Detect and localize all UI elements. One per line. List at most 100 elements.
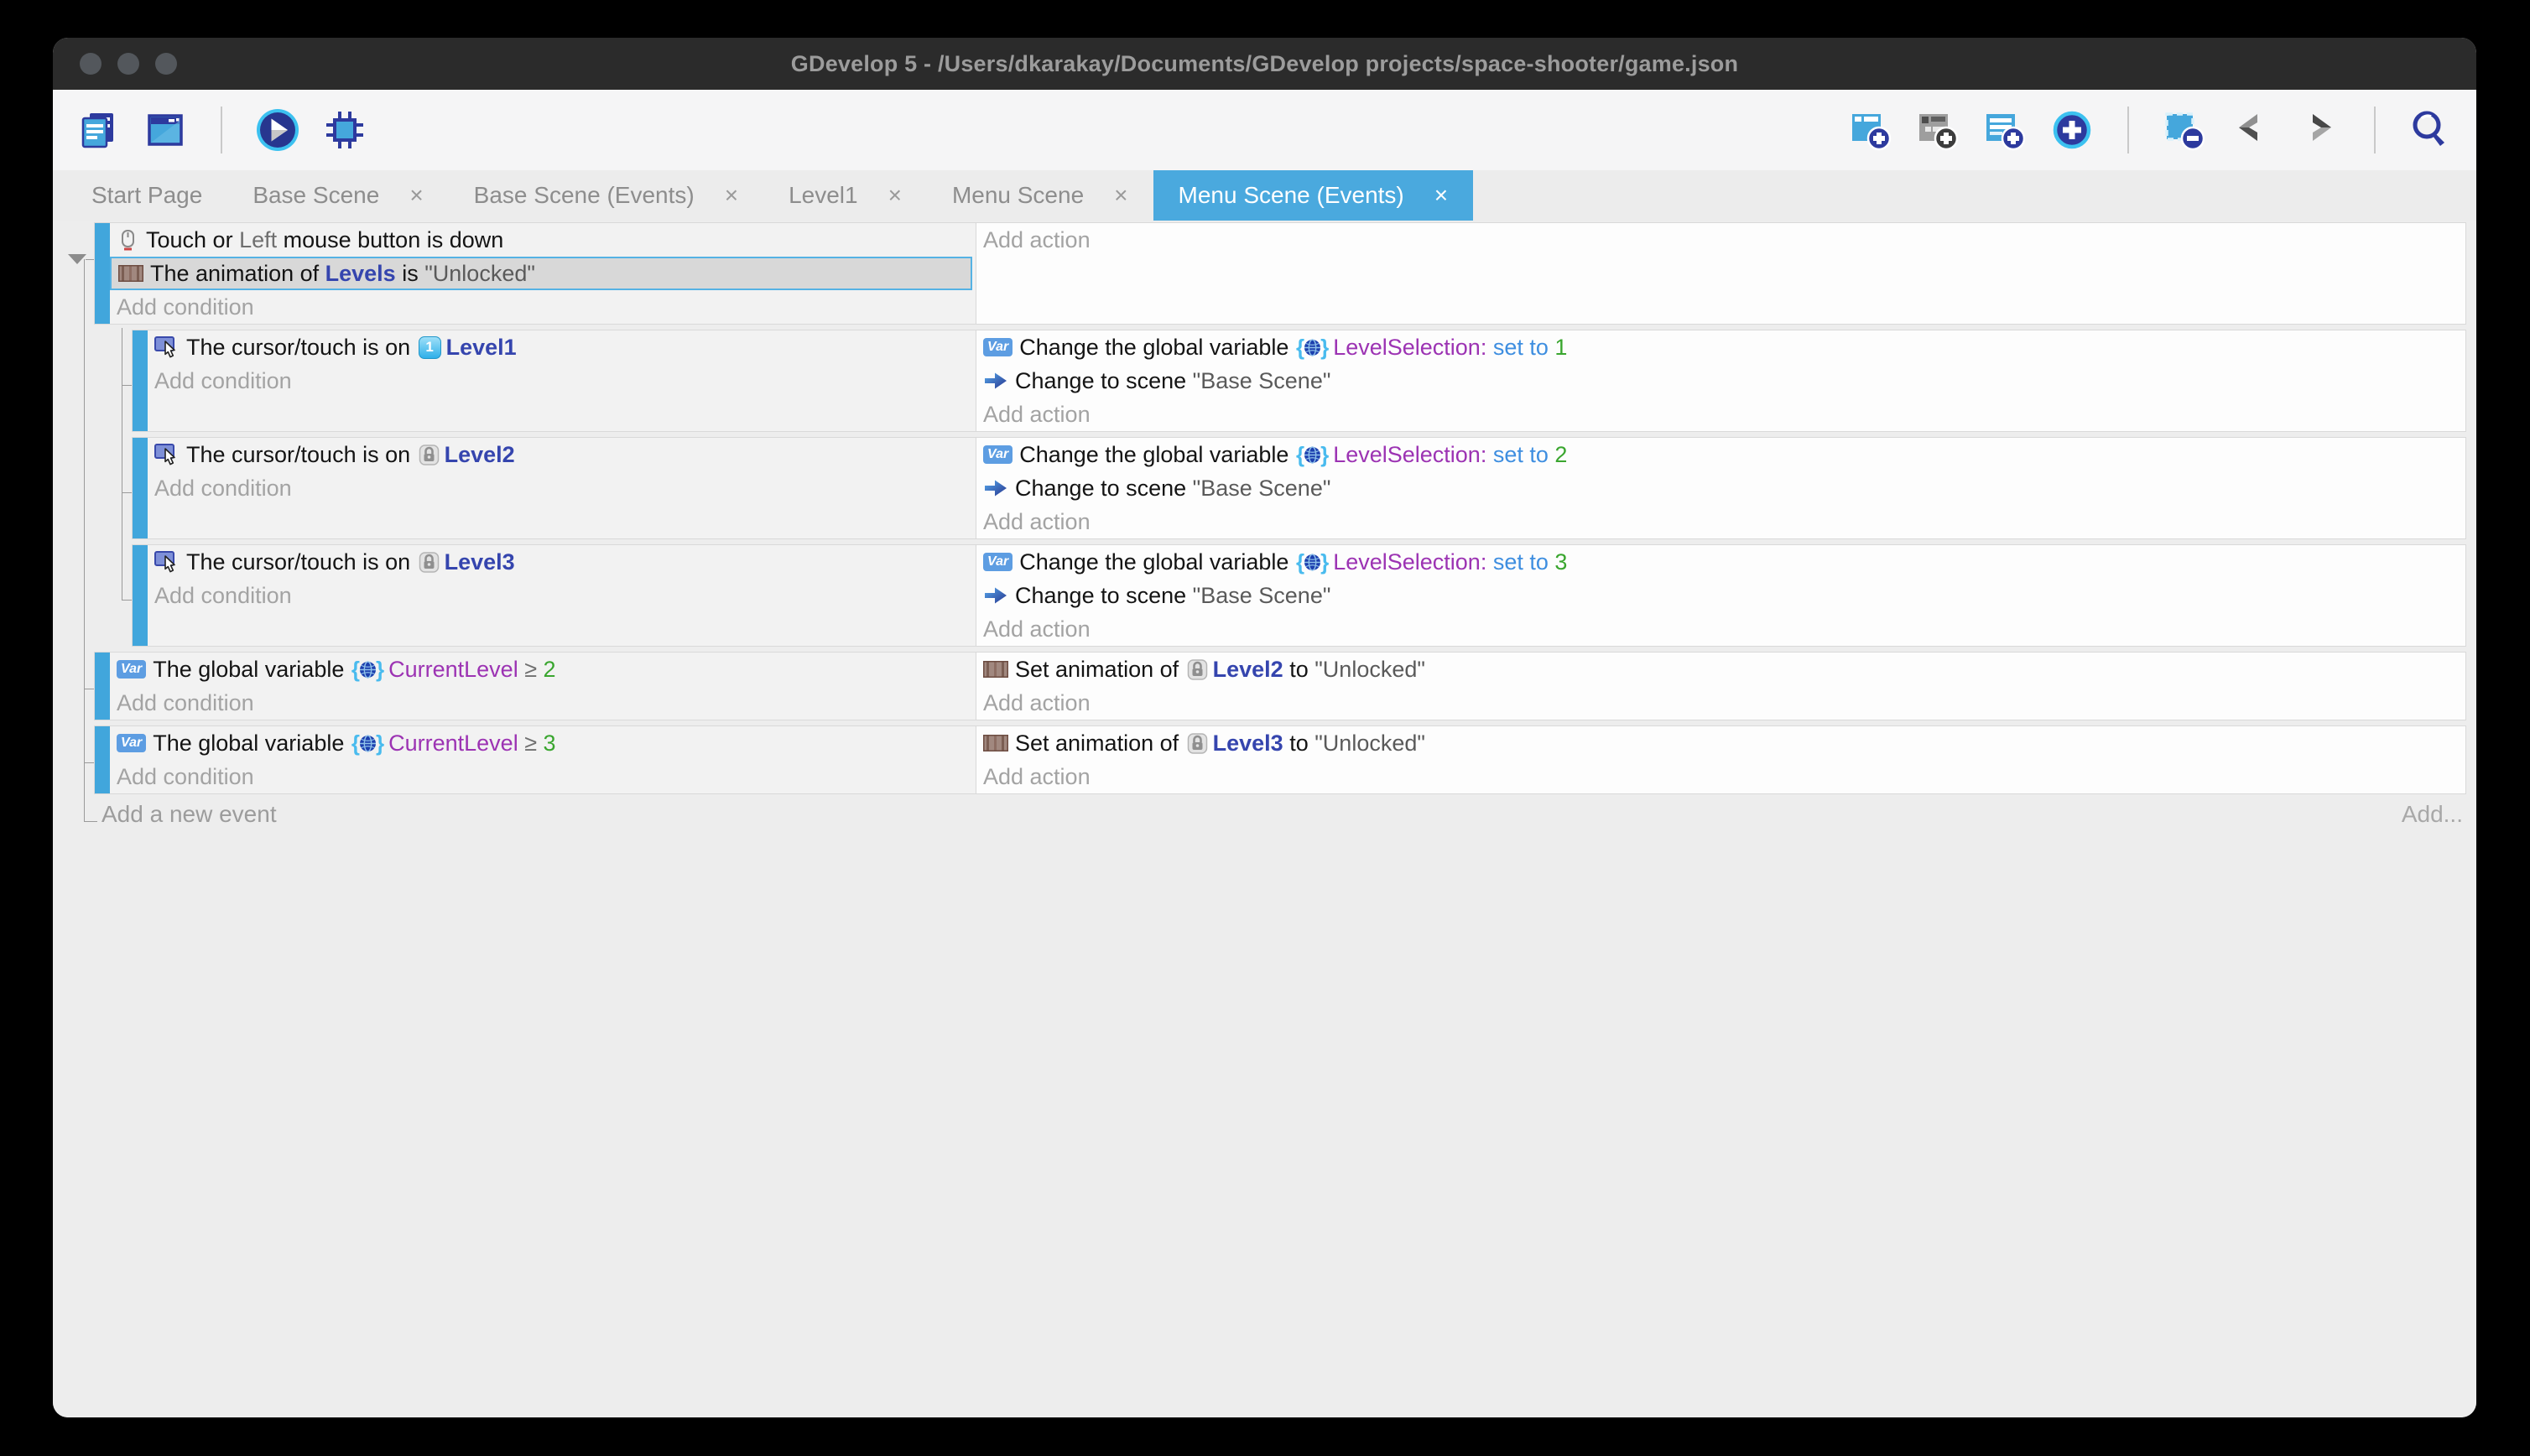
tab-base-scene-events[interactable]: Base Scene (Events)× (449, 170, 763, 221)
var-icon: Var (983, 445, 1013, 464)
add-event-icon[interactable] (1847, 107, 1894, 153)
tree-line (122, 492, 132, 493)
event-color-bar[interactable] (95, 653, 110, 720)
add-condition-link[interactable]: Add condition (148, 471, 976, 505)
globe-icon: {} (352, 732, 383, 754)
add-action-link[interactable]: Add action (976, 612, 2465, 646)
add-sub-event-icon[interactable] (1914, 107, 1961, 153)
scene-icon (983, 585, 1008, 606)
condition-text-segment: 3 (544, 731, 556, 757)
tab-start-page[interactable]: Start Page (66, 170, 227, 221)
tab-menu-scene-events[interactable]: Menu Scene (Events) × (1153, 170, 1474, 221)
add-event-dialog-icon[interactable] (2048, 107, 2095, 153)
event-condition-row[interactable]: VarThe global variable {}CurrentLevel ≥ … (110, 726, 976, 760)
condition-text-segment: CurrentLevel (388, 657, 518, 683)
event-condition-row[interactable]: The cursor/touch is on Level2 (148, 438, 976, 471)
action-text-segment: LevelSelection (1333, 549, 1481, 575)
event-action-row[interactable]: VarChange the global variable {}LevelSel… (976, 545, 2465, 579)
search-icon[interactable] (2408, 107, 2455, 153)
tab-bar: Start PageBase Scene×Base Scene (Events)… (53, 170, 2476, 221)
action-text-segment: set to (1493, 335, 1555, 361)
sub-event-block: The cursor/touch is on 1Level1Add condit… (132, 330, 2466, 432)
project-manager-icon[interactable] (75, 107, 122, 153)
level1-icon: 1 (419, 336, 441, 359)
event-condition-row[interactable]: Touch or Left mouse button is down (110, 223, 976, 257)
play-preview-icon[interactable] (254, 107, 301, 153)
sub-event-block: The cursor/touch is on Level2Add conditi… (132, 437, 2466, 539)
action-text-segment: Change the global variable (1019, 549, 1295, 575)
conditions-column: Touch or Left mouse button is downThe an… (110, 223, 976, 324)
events-sheet: Touch or Left mouse button is downThe an… (53, 221, 2476, 1417)
add-condition-link[interactable]: Add condition (148, 579, 976, 612)
action-text-segment: Set animation of (1015, 657, 1185, 683)
tab-close-icon[interactable]: × (1434, 182, 1448, 209)
conditions-column: VarThe global variable {}CurrentLevel ≥ … (110, 653, 976, 720)
add-condition-link[interactable]: Add condition (148, 364, 976, 398)
event-action-row[interactable]: Set animation of Level3 to "Unlocked" (976, 726, 2465, 760)
event-color-bar[interactable] (133, 545, 148, 646)
add-condition-link[interactable]: Add condition (110, 760, 976, 793)
close-window-icon[interactable] (80, 53, 102, 75)
add-action-link[interactable]: Add action (976, 398, 2465, 431)
add-new-event-link[interactable]: Add a new event (102, 801, 277, 828)
event-action-row[interactable]: Change to scene "Base Scene" (976, 364, 2465, 398)
condition-text-segment: is (396, 261, 425, 287)
event-block: VarThe global variable {}CurrentLevel ≥ … (94, 725, 2466, 794)
zoom-window-icon[interactable] (155, 53, 177, 75)
event-color-bar[interactable] (133, 438, 148, 538)
add-condition-link[interactable]: Add condition (110, 686, 976, 720)
event-condition-row[interactable]: The cursor/touch is on 1Level1 (148, 330, 976, 364)
tab-close-icon[interactable]: × (888, 182, 902, 209)
tab-menu-scene[interactable]: Menu Scene × (927, 170, 1153, 221)
condition-text-segment: The cursor/touch is on (186, 549, 417, 575)
add-action-link[interactable]: Add action (976, 760, 2465, 793)
add-action-link[interactable]: Add action (976, 505, 2465, 538)
condition-text-segment: mouse button is down (277, 227, 503, 253)
action-text-segment: : (1481, 549, 1493, 575)
redo-icon[interactable] (2295, 107, 2342, 153)
tab-close-icon[interactable]: × (725, 182, 738, 209)
add-comment-icon[interactable] (1981, 107, 2028, 153)
event-color-bar[interactable] (133, 330, 148, 431)
tab-label: Menu Scene (Events) (1179, 182, 1404, 209)
var-icon: Var (117, 734, 146, 752)
add-more-link[interactable]: Add... (2402, 801, 2463, 828)
event-condition-row[interactable]: The animation of Levels is "Unlocked" (110, 257, 972, 290)
event-color-bar[interactable] (95, 223, 110, 324)
undo-icon[interactable] (2228, 107, 2275, 153)
globe-icon: {} (1297, 444, 1328, 465)
gdevelop-window: GDevelop 5 - /Users/dkarakay/Documents/G… (53, 38, 2476, 1417)
cursor-icon (154, 335, 180, 359)
add-action-link[interactable]: Add action (976, 223, 2465, 257)
debug-icon[interactable] (321, 107, 368, 153)
tab-label: Menu Scene (952, 182, 1084, 209)
anim-icon (983, 735, 1008, 751)
title-bar[interactable]: GDevelop 5 - /Users/dkarakay/Documents/G… (53, 38, 2476, 90)
conditions-column: The cursor/touch is on Level3Add conditi… (148, 545, 976, 646)
condition-text-segment: Level1 (446, 335, 517, 361)
tab-close-icon[interactable]: × (1114, 182, 1127, 209)
add-action-link[interactable]: Add action (976, 686, 2465, 720)
action-text-segment: 1 (1554, 335, 1567, 361)
event-condition-row[interactable]: The cursor/touch is on Level3 (148, 545, 976, 579)
globe-icon: {} (1297, 551, 1328, 573)
event-action-row[interactable]: Change to scene "Base Scene" (976, 471, 2465, 505)
event-condition-row[interactable]: VarThe global variable {}CurrentLevel ≥ … (110, 653, 976, 686)
event-action-row[interactable]: Set animation of Level2 to "Unlocked" (976, 653, 2465, 686)
minimize-window-icon[interactable] (117, 53, 139, 75)
tab-level1[interactable]: Level1× (763, 170, 927, 221)
event-action-row[interactable]: VarChange the global variable {}LevelSel… (976, 330, 2465, 364)
toolbar-divider (2127, 107, 2129, 153)
tree-line (84, 762, 94, 763)
delete-selection-icon[interactable] (2161, 107, 2208, 153)
add-condition-link[interactable]: Add condition (110, 290, 976, 324)
action-text-segment: LevelSelection (1333, 442, 1481, 468)
action-text-segment: Change the global variable (1019, 335, 1295, 361)
tab-base-scene[interactable]: Base Scene× (227, 170, 448, 221)
conditions-column: VarThe global variable {}CurrentLevel ≥ … (110, 726, 976, 793)
scene-editor-window-icon[interactable] (142, 107, 189, 153)
tab-close-icon[interactable]: × (409, 182, 423, 209)
event-action-row[interactable]: VarChange the global variable {}LevelSel… (976, 438, 2465, 471)
event-action-row[interactable]: Change to scene "Base Scene" (976, 579, 2465, 612)
event-color-bar[interactable] (95, 726, 110, 793)
